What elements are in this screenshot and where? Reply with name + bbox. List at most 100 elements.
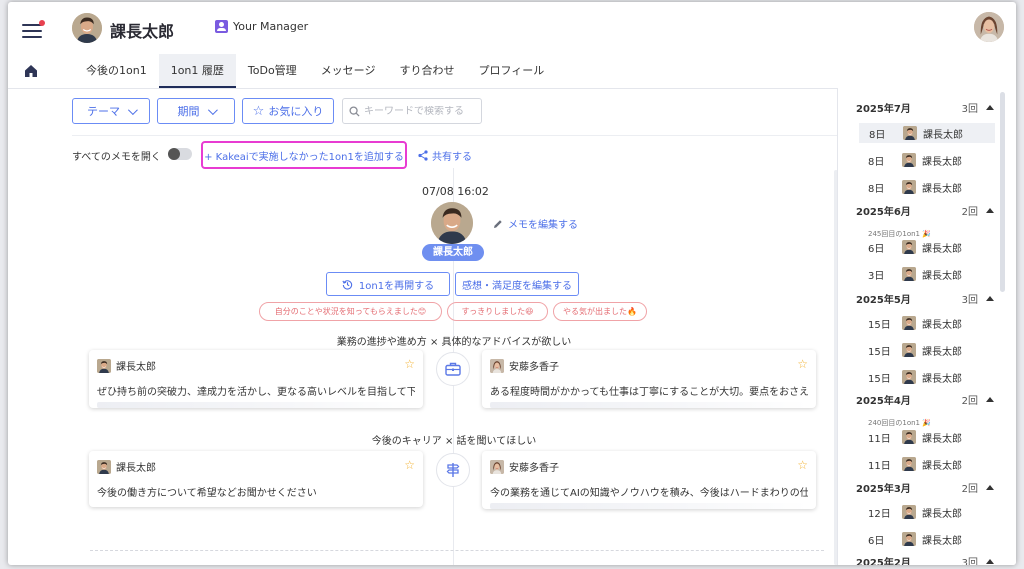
history-item[interactable]: 15日 課長太郎: [858, 340, 996, 360]
item-day: 3日: [868, 270, 885, 282]
history-item[interactable]: 12日 課長太郎: [858, 502, 996, 522]
item-avatar: [902, 457, 916, 471]
edit-memo-link[interactable]: メモを編集する: [493, 216, 578, 231]
feedback-tag: すっきりしました😆: [447, 302, 548, 321]
period-filter-label: 期間: [177, 105, 200, 118]
month-label: 2025年6月: [856, 207, 911, 218]
history-item[interactable]: 8日 課長太郎: [859, 123, 995, 143]
manager-label: Your Manager: [233, 20, 309, 33]
item-avatar: [902, 240, 916, 254]
manager-memo-card[interactable]: 課長太郎 ☆ 今後の働き方について希望などお聞かせください: [89, 451, 423, 507]
item-day: 12日: [868, 508, 891, 520]
month-header-may[interactable]: 2025年5月 3回: [856, 291, 994, 306]
month-count: 2回: [961, 484, 978, 495]
tab-todo[interactable]: ToDo管理: [236, 54, 309, 88]
month-header-march[interactable]: 2025年3月 2回: [856, 480, 994, 495]
item-name: 課長太郎: [922, 156, 962, 168]
session-datetime: 07/08 16:02: [422, 185, 489, 198]
author-avatar: [490, 459, 504, 474]
history-panel: 2025年7月 3回 8日 課長太郎 8日 課長太郎 8日 課長太郎 2025年6月 …: [837, 88, 1016, 565]
star-outline-icon[interactable]: ☆: [404, 458, 415, 472]
edit-memo-label: メモを編集する: [508, 220, 578, 231]
tab-messages[interactable]: メッセージ: [309, 54, 388, 88]
item-day: 8日: [869, 129, 886, 141]
month-header-april[interactable]: 2025年4月 2回: [856, 392, 994, 407]
tab-alignment[interactable]: すり合わせ: [387, 54, 466, 88]
history-scrollbar[interactable]: [1000, 92, 1005, 292]
history-item[interactable]: 15日 課長太郎: [858, 367, 996, 387]
favorites-filter-button[interactable]: ☆ お気に入り: [242, 98, 334, 124]
member-memo-card[interactable]: 安藤多香子 ☆ ある程度時間がかかっても仕事は丁寧にすることが大切。要点をおさえ: [482, 350, 816, 408]
history-item[interactable]: 6日 課長太郎: [858, 529, 996, 549]
month-count: 3回: [961, 104, 978, 115]
topic-title: 今後のキャリア × 話を聞いてほしい: [371, 436, 537, 447]
item-avatar: [902, 316, 916, 330]
history-item[interactable]: 6日 課長太郎: [858, 237, 996, 257]
search-input[interactable]: [364, 105, 474, 117]
history-item[interactable]: 8日 課長太郎: [858, 150, 996, 170]
star-outline-icon[interactable]: ☆: [797, 357, 808, 371]
history-item[interactable]: 8日 課長太郎: [858, 177, 996, 197]
favorites-filter-label: お気に入り: [268, 105, 324, 118]
pencil-icon: [494, 219, 502, 228]
month-count: 2回: [961, 396, 978, 407]
add-external-1on1-link[interactable]: + Kakeaiで実施しなかった1on1を追加する: [201, 141, 407, 169]
member-memo-card[interactable]: 安藤多香子 ☆ 今の業務を通じてAIの知識やノウハウを積み、今後はハードまわりの…: [482, 451, 816, 509]
author-avatar: [97, 358, 111, 373]
resume-1on1-button[interactable]: 1on1を再開する: [326, 272, 450, 296]
item-day: 11日: [868, 433, 891, 445]
item-day: 8日: [868, 156, 885, 168]
memo-text: ある程度時間がかかっても仕事は丁寧にすることが大切。要点をおさえ: [490, 387, 808, 398]
month-count: 3回: [961, 558, 978, 565]
briefcase-icon: [436, 352, 470, 386]
memo-fade: [97, 402, 415, 408]
item-name: 課長太郎: [922, 270, 962, 282]
theme-filter-label: テーマ: [87, 105, 120, 118]
star-outline-icon: ☆: [252, 103, 265, 119]
manager-badge: Your Manager: [215, 20, 308, 33]
month-header-february[interactable]: 2025年2月 3回: [856, 554, 994, 565]
chevron-down-icon: [207, 104, 218, 115]
history-item[interactable]: 15日 課長太郎: [858, 313, 996, 333]
topic-title: 業務の進捗や進め方 × 具体的なアドバイスが欲しい: [336, 337, 572, 348]
resume-label: 1on1を再開する: [358, 280, 435, 292]
tab-profile[interactable]: プロフィール: [466, 54, 556, 88]
memo-text: 今の業務を通じてAIの知識やノウハウを積み、今後はハードまわりの仕: [490, 488, 808, 499]
item-name: 課長太郎: [922, 346, 962, 358]
open-all-memos-toggle[interactable]: [168, 148, 192, 160]
feedback-tag: 自分のことや状況を知ってもらえました😊: [259, 302, 442, 321]
share-link[interactable]: 共有する: [418, 148, 472, 163]
item-avatar: [902, 267, 916, 281]
theme-filter-button[interactable]: テーマ: [72, 98, 150, 124]
collapse-triangle-icon: [986, 105, 994, 110]
item-day: 15日: [868, 346, 891, 358]
notification-dot: [39, 20, 45, 26]
author-name: 課長太郎: [116, 463, 156, 474]
item-name: 課長太郎: [922, 460, 962, 472]
hamburger-menu-icon[interactable]: [22, 20, 45, 40]
star-outline-icon[interactable]: ☆: [404, 357, 415, 371]
memo-fade: [490, 503, 808, 509]
collapse-triangle-icon: [986, 397, 994, 402]
item-avatar: [902, 532, 916, 546]
item-name: 課長太郎: [922, 243, 962, 255]
keyword-search[interactable]: [342, 98, 482, 124]
history-item[interactable]: 3日 課長太郎: [858, 264, 996, 284]
month-header-july[interactable]: 2025年7月 3回: [856, 100, 994, 115]
manager-memo-card[interactable]: 課長太郎 ☆ ぜひ持ち前の突破力、達成力を活かし、更なる高いレベルを目指して下: [89, 350, 423, 408]
history-item[interactable]: 11日 課長太郎: [858, 454, 996, 474]
period-filter-button[interactable]: 期間: [157, 98, 235, 124]
tab-upcoming[interactable]: 今後の1on1: [74, 54, 159, 88]
history-item[interactable]: 11日 課長太郎: [858, 427, 996, 447]
item-day: 6日: [868, 243, 885, 255]
item-day: 8日: [868, 183, 885, 195]
item-avatar: [902, 505, 916, 519]
current-user-avatar[interactable]: [974, 12, 1004, 42]
collapse-triangle-icon: [986, 208, 994, 213]
edit-feedback-button[interactable]: 感想・満足度を編集する: [455, 272, 579, 296]
star-outline-icon[interactable]: ☆: [797, 458, 808, 472]
tabs-divider: [8, 88, 838, 89]
home-icon[interactable]: [24, 64, 38, 78]
month-header-june[interactable]: 2025年6月 2回: [856, 203, 994, 218]
tab-history[interactable]: 1on1 履歴: [158, 54, 236, 88]
